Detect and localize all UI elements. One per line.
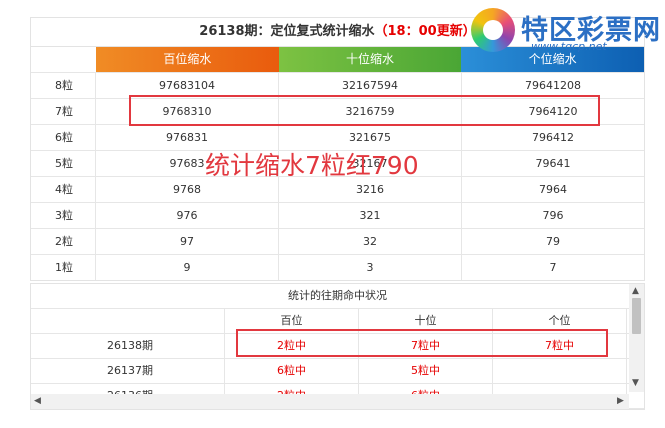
row-label: 6粒 (31, 125, 96, 150)
cell-units: 7964 (539, 183, 567, 196)
cell-hundreds: 9 (96, 255, 279, 280)
site-logo: 特区彩票网 www.tqcp.net (471, 6, 661, 54)
annotation-text: 统计缩水7粒红790 (205, 151, 419, 180)
header-hundreds: 百位缩水 (96, 47, 279, 72)
cell-units: 7 (549, 261, 557, 274)
row-label: 1粒 (31, 255, 96, 280)
row-label: 3粒 (31, 203, 96, 228)
highlight-box-7-row (129, 95, 600, 126)
hit-hundreds: 6粒中 (225, 359, 359, 383)
table-row: 26137期 6粒中 5粒中 (31, 359, 644, 384)
scroll-right-icon[interactable]: ▶ (617, 396, 624, 406)
cell-tens: 321 (279, 203, 462, 228)
cell-hundreds: 976 (96, 203, 279, 228)
scroll-up-icon[interactable]: ▲ (632, 286, 639, 296)
vertical-scrollbar[interactable]: ▲ ▼ (629, 284, 644, 392)
hit-units (493, 359, 627, 383)
header-corner (31, 47, 96, 72)
row-label: 4粒 (31, 177, 96, 202)
row-label: 5粒 (31, 151, 96, 176)
row-label: 7粒 (31, 99, 96, 124)
highlight-box-latest-hit (236, 329, 608, 357)
cell-tens: 3 (279, 255, 462, 280)
cell-units: 79 (546, 235, 560, 248)
header-tens: 十位缩水 (278, 47, 462, 72)
update-time-note: （18：00更新） (374, 24, 476, 39)
history-table-title: 统计的往期命中状况 (31, 284, 644, 309)
logo-swirl-icon (471, 8, 515, 52)
horizontal-scrollbar[interactable]: ◀ ▶ (31, 394, 629, 409)
table-row: 1粒 9 3 7 (31, 254, 644, 280)
cell-units: 79641 (535, 157, 571, 170)
cell-units: 796 (542, 209, 564, 222)
cell-hundreds: 97 (96, 229, 279, 254)
hit-tens: 5粒中 (359, 359, 493, 383)
table-row: 3粒 976 321 796 (31, 202, 644, 228)
cell-tens: 32 (279, 229, 462, 254)
scroll-down-icon[interactable]: ▼ (632, 378, 639, 388)
row-label: 8粒 (31, 73, 96, 98)
vertical-scroll-thumb[interactable] (632, 298, 641, 334)
period-label: 26137期 (31, 359, 225, 383)
table-row: 2粒 97 32 79 (31, 228, 644, 254)
period-label: 26138期 (31, 334, 225, 358)
row-label: 2粒 (31, 229, 96, 254)
cell-units: 796412 (532, 131, 574, 144)
history-header-corner (31, 309, 225, 333)
logo-url-text: www.tqcp.net (531, 40, 607, 53)
scroll-left-icon[interactable]: ◀ (34, 396, 41, 406)
